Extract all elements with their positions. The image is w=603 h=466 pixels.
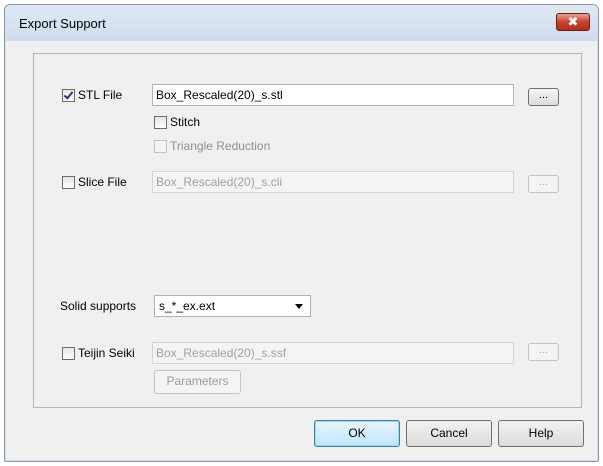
chevron-down-icon: [295, 304, 303, 309]
solid-supports-value: s_*_ex.ext: [159, 299, 216, 313]
cancel-button[interactable]: Cancel: [406, 420, 492, 447]
stl-file-checkbox-row[interactable]: STL File: [62, 88, 122, 102]
slice-file-checkbox-row[interactable]: Slice File: [62, 175, 127, 189]
stl-file-label: STL File: [78, 88, 123, 102]
teijin-seiki-checkbox[interactable]: [62, 346, 75, 360]
solid-supports-label: Solid supports: [60, 299, 137, 313]
close-button[interactable]: ✖: [556, 13, 590, 31]
stl-browse-button[interactable]: ...: [528, 88, 559, 106]
teijin-seiki-label: Teijin Seiki: [78, 346, 135, 360]
dialog-title: Export Support: [19, 16, 106, 31]
solid-supports-select[interactable]: s_*_ex.ext: [154, 295, 311, 317]
close-icon: ✖: [567, 14, 579, 29]
parameters-button: Parameters: [154, 370, 241, 394]
options-panel: STL File Box_Rescaled(20)_s.stl ... Stit…: [33, 53, 582, 408]
checkmark-icon: [63, 88, 74, 100]
slice-file-checkbox[interactable]: [62, 175, 75, 189]
ok-button[interactable]: OK: [314, 420, 400, 447]
triangle-reduction-checkbox: [154, 139, 167, 153]
stl-file-checkbox[interactable]: [62, 88, 75, 102]
help-button[interactable]: Help: [498, 420, 584, 447]
triangle-reduction-label: Triangle Reduction: [170, 139, 271, 153]
export-support-dialog: Export Support ✖ STL File Box_Rescaled(2…: [4, 4, 599, 462]
stitch-checkbox-row[interactable]: Stitch: [154, 115, 200, 129]
teijin-seiki-path-input: Box_Rescaled(20)_s.ssf: [152, 342, 514, 364]
slice-file-label: Slice File: [78, 175, 127, 189]
teijin-browse-button: ...: [528, 343, 559, 361]
slice-file-path-input: Box_Rescaled(20)_s.cli: [152, 171, 514, 193]
slice-browse-button: ...: [528, 175, 559, 193]
triangle-reduction-checkbox-row: Triangle Reduction: [154, 139, 270, 153]
stl-file-path-input[interactable]: Box_Rescaled(20)_s.stl: [152, 84, 514, 106]
teijin-seiki-checkbox-row[interactable]: Teijin Seiki: [62, 346, 135, 360]
stitch-label: Stitch: [170, 115, 201, 129]
title-bar[interactable]: Export Support ✖: [5, 5, 598, 41]
stitch-checkbox[interactable]: [154, 115, 167, 129]
